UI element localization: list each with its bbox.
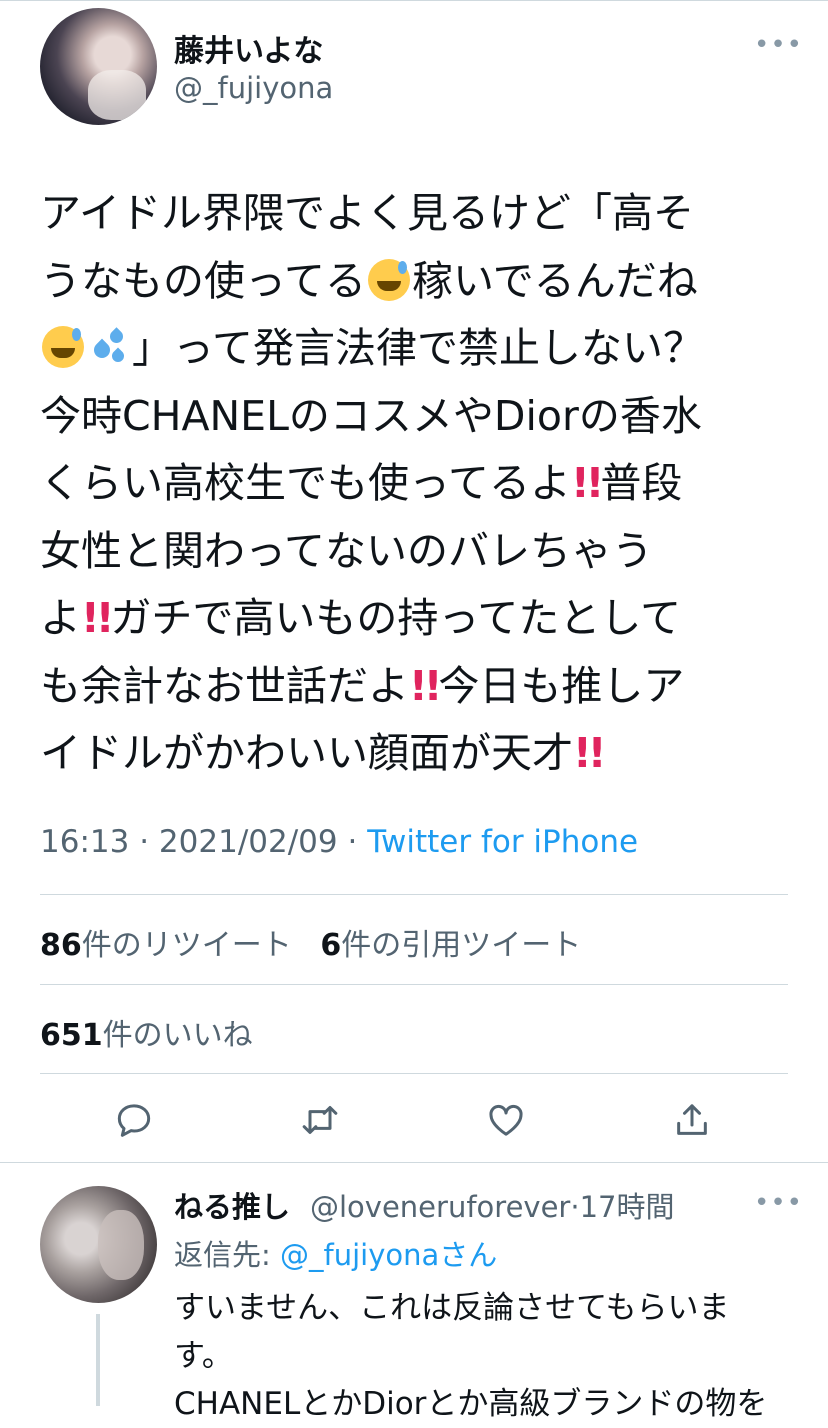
tweet-text: アイドル界隈でよく見るけど「高そ うなもの使ってる 稼いでるんだね 」って発言法律で禁…: [40, 180, 785, 788]
mention-handle: @_fujiyona: [280, 1238, 440, 1272]
tweet-source-link[interactable]: Twitter for iPhone: [367, 824, 638, 860]
reply-author-handle[interactable]: @loveneruforever·17時間: [310, 1184, 674, 1226]
thread-line: [96, 1314, 100, 1406]
meta-separator: ·: [139, 824, 150, 860]
likes-label: 件のいいね: [102, 1018, 253, 1053]
quotes-label: 件の引用ツイート: [341, 928, 582, 963]
reply-text-line: す。: [174, 1338, 233, 1374]
double-exclamation-icon: !!: [573, 729, 606, 777]
tweet-text-segment: イドルがかわいい顔面が天才: [40, 729, 573, 777]
retweets-label: 件のリツイート: [81, 928, 292, 963]
more-options-icon[interactable]: •••: [754, 1188, 803, 1218]
tweet-text-line: 女性と関わってないのバレちゃう: [40, 518, 785, 586]
reply-time-ago: 17時間: [579, 1190, 675, 1224]
tweet-text-line: うなもの使ってる 稼いでるんだね: [40, 248, 785, 316]
retweet-icon[interactable]: [300, 1100, 340, 1140]
grinning-sweat-icon: [42, 326, 84, 368]
tweet-text-segment: 」って発言法律で禁止しない？: [132, 324, 704, 372]
meta-separator: ·: [570, 1190, 580, 1224]
tweet-text-segment: うなもの使ってる: [40, 256, 366, 305]
tweet-text-segment: ガチで高いもの持ってたとして: [110, 594, 682, 642]
divider: [40, 984, 788, 985]
reply-text: すいません、これは反論させてもらいま す。 CHANELとかDiorとか高級ブラ…: [174, 1284, 794, 1428]
double-exclamation-icon: !!: [570, 459, 604, 507]
tweet-date: 2021/02/09: [158, 824, 338, 860]
tweet-text-segment: 普段: [600, 459, 683, 507]
author-avatar[interactable]: [40, 8, 157, 125]
quotes-link[interactable]: 6件の引用ツイート: [320, 928, 581, 963]
tweet-text-segment: も余計なお世話だよ: [40, 661, 409, 710]
sweat-droplets-icon: [88, 326, 130, 368]
reply-author-avatar[interactable]: [40, 1186, 157, 1303]
tweet-text-line: 」って発言法律で禁止しない？: [40, 315, 785, 383]
tweet-meta: 16:13 · 2021/02/09 · Twitter for iPhone: [40, 824, 638, 860]
author-handle[interactable]: @_fujiyona: [174, 71, 333, 105]
tweet-text-segment: 女性と関わってないのバレちゃう: [40, 526, 653, 575]
tweet-text-line: も余計なお世話だよ!!今日も推しア: [40, 653, 785, 721]
retweet-stats: 86件のリツイート 6件の引用ツイート: [40, 920, 581, 964]
share-icon[interactable]: [672, 1100, 712, 1140]
reply-to-line: 返信先: @_fujiyonaさん: [174, 1232, 497, 1274]
likes-count: 651: [40, 1018, 103, 1053]
retweets-count: 86: [40, 928, 82, 963]
tweet-text-segment: よ: [40, 594, 81, 642]
grinning-sweat-icon: [367, 258, 410, 301]
tweet-text-segment: くらい高校生でも使ってるよ: [40, 459, 571, 507]
divider: [40, 1073, 788, 1074]
divider: [0, 1162, 828, 1163]
tweet-text-segment: 今日も推しア: [438, 661, 685, 710]
double-exclamation-icon: !!: [409, 661, 442, 710]
tweet-text-line: アイドル界隈でよく見るけど「高そ: [40, 180, 785, 248]
tweet-text-segment: 稼いでるんだね: [411, 256, 698, 305]
tweet-text-segment: 今時CHANELのコスメやDiorの香水: [40, 391, 702, 440]
divider: [40, 894, 788, 895]
mention-suffix: さん: [439, 1238, 498, 1272]
meta-separator: ·: [347, 824, 358, 860]
reply-text-line: CHANELとかDiorとか高級ブランドの物を: [174, 1386, 768, 1422]
top-border: [0, 0, 828, 1]
reply-to-mention[interactable]: @_fujiyonaさん: [280, 1238, 497, 1272]
reply-icon[interactable]: [114, 1100, 154, 1140]
retweets-link[interactable]: 86件のリツイート: [40, 928, 292, 963]
tweet-text-line: よ!!ガチで高いもの持ってたとして: [40, 585, 785, 653]
likes-stats[interactable]: 651件のいいね: [40, 1010, 253, 1054]
reply-author-name[interactable]: ねる推し: [174, 1184, 290, 1226]
more-options-icon[interactable]: •••: [754, 30, 803, 60]
tweet-text-line: 今時CHANELのコスメやDiorの香水: [40, 383, 785, 451]
tweet-text-line: イドルがかわいい顔面が天才!!: [40, 720, 785, 788]
author-name[interactable]: 藤井いよな: [174, 26, 323, 70]
tweet-text-segment: アイドル界隈でよく見るけど「高そ: [40, 189, 694, 237]
double-exclamation-icon: !!: [81, 594, 114, 642]
reply-text-line: すいません、これは反論させてもらいま: [174, 1290, 730, 1326]
like-icon[interactable]: [486, 1100, 526, 1140]
reply-to-label: 返信先:: [174, 1238, 271, 1272]
tweet-time: 16:13: [40, 824, 130, 860]
quotes-count: 6: [320, 928, 342, 963]
tweet-text-line: くらい高校生でも使ってるよ!!普段: [40, 450, 785, 518]
reply-handle-text: @loveneruforever: [310, 1190, 571, 1224]
